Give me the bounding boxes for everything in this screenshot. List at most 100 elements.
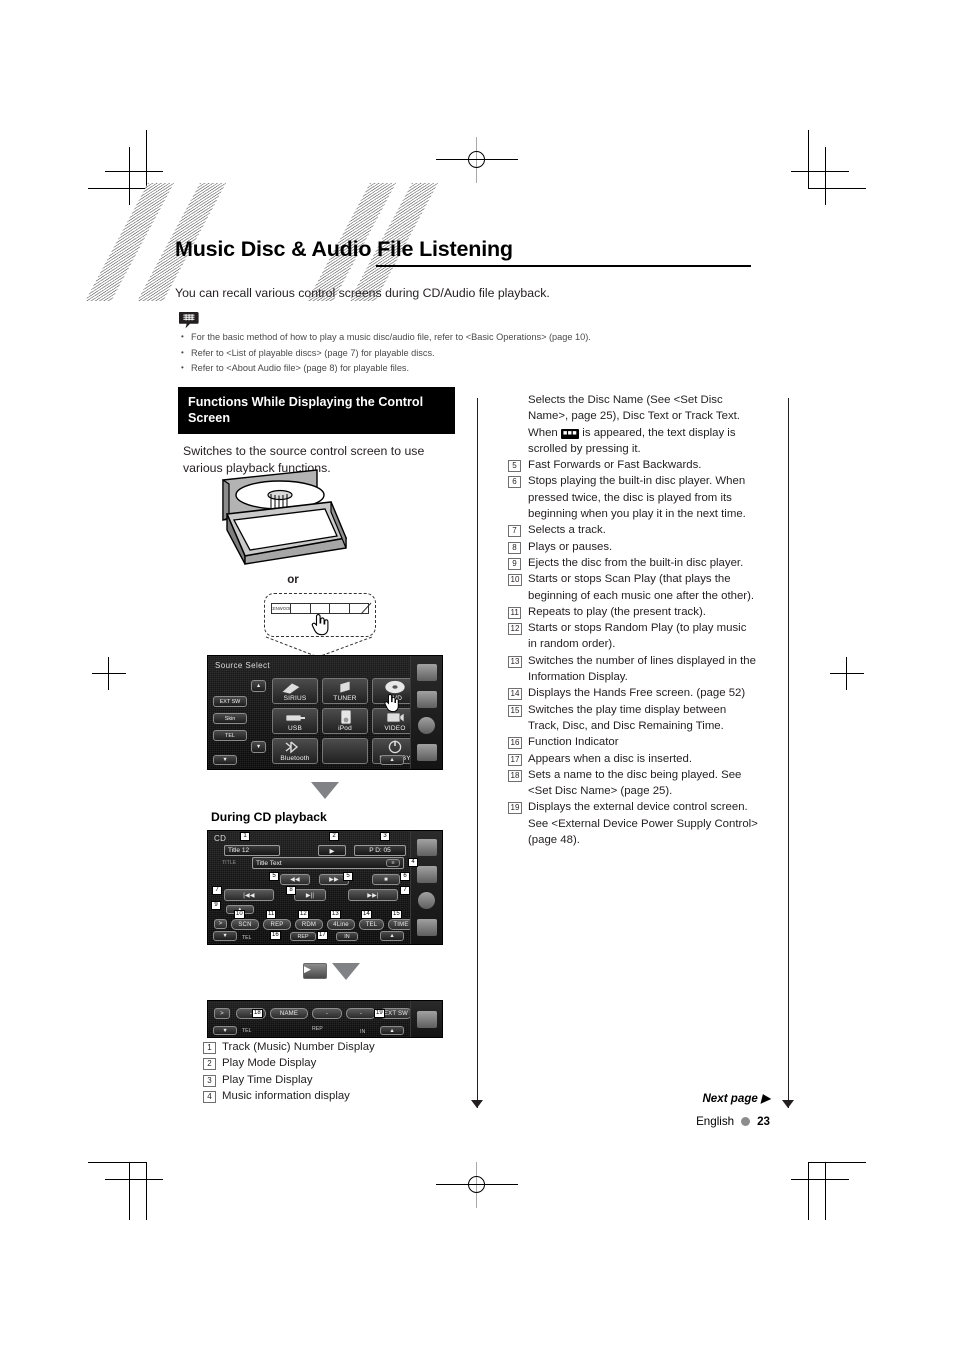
sidebar-icon-knob[interactable]: [418, 717, 435, 735]
source-select-screen: Source Select EXT SW Skin TEL ▲ ▼ SIRIUS…: [207, 655, 443, 770]
volume-up-button[interactable]: ▲: [380, 755, 404, 765]
status-rep: REP: [290, 932, 316, 941]
track-previous-button[interactable]: |◀◀: [224, 889, 274, 901]
crop-mark-br-h: [808, 1162, 866, 1163]
right-item-16: 16 Function Indicator: [508, 734, 758, 750]
item-text: Appears when a disc is inserted.: [528, 752, 692, 765]
standby-icon: [388, 740, 402, 754]
item-text: Switches the play time display between T…: [528, 703, 727, 732]
scroll-icon[interactable]: ≡: [386, 859, 400, 867]
tel-button[interactable]: TEL: [213, 730, 247, 741]
random-button[interactable]: RDM: [295, 919, 323, 930]
callout-7b: 7: [400, 886, 410, 895]
item-number: 15: [508, 704, 522, 717]
item-number: 7: [508, 525, 521, 538]
right-item-12: 12 Starts or stops Random Play (to play …: [508, 620, 758, 653]
prev-page-button[interactable]: >: [214, 1008, 230, 1019]
sidebar-icon-eq[interactable]: [416, 838, 437, 856]
info-tag: TITLE: [222, 860, 237, 866]
repeat-button[interactable]: REP: [263, 919, 291, 930]
sidebar-icon-tools[interactable]: [416, 744, 437, 762]
item-number: 16: [508, 737, 522, 750]
play-pause-button[interactable]: ▶||: [294, 889, 326, 901]
sidebar-icon-camera[interactable]: [416, 690, 437, 708]
callout-4: 4: [408, 858, 418, 867]
item-number: 10: [508, 574, 522, 587]
item-text: Fast Forwards or Fast Backwards.: [528, 459, 702, 472]
blank-button-3[interactable]: -: [346, 1008, 376, 1019]
crop-mark-tl-h: [88, 188, 146, 189]
note-item: Refer to <List of playable discs> (page …: [179, 345, 649, 362]
crop-mark-tl-v2: [129, 147, 130, 205]
callout-19: 19: [374, 1009, 385, 1018]
volume-down-button[interactable]: ▼: [213, 755, 237, 765]
item-number: 19: [508, 802, 522, 815]
list-item: 3 Play Time Display: [203, 1072, 375, 1088]
callout-5a: 5: [269, 872, 279, 881]
right-item-14: 14 Displays the Hands Free screen. (page…: [508, 685, 758, 701]
lead-text-part2: is appeared, the text display is scrolle…: [528, 426, 736, 455]
callout-9: 9: [211, 901, 221, 910]
volume-up-button[interactable]: ▲: [380, 1026, 404, 1035]
volume-down-button[interactable]: ▼: [213, 1026, 237, 1035]
tel-button[interactable]: TEL: [359, 919, 384, 930]
right-item-18: 18 Sets a name to the disc being played.…: [508, 767, 758, 800]
callout-6: 6: [400, 872, 410, 881]
item-number: 6: [508, 476, 521, 489]
callout-2: 2: [329, 832, 339, 841]
scroll-icon: ■■■: [560, 428, 580, 439]
volume-up-button[interactable]: ▲: [380, 931, 404, 941]
volume-down-button[interactable]: ▼: [213, 931, 237, 941]
screen-next-button[interactable]: ▶: [303, 963, 327, 979]
fast-backward-button[interactable]: ◀◀: [280, 874, 310, 885]
callout-12: 12: [298, 910, 309, 919]
item-number: 17: [508, 753, 522, 766]
legend-number: 2: [203, 1058, 216, 1071]
sidebar-icon-knob[interactable]: [418, 892, 435, 910]
skin-button[interactable]: Skin: [213, 713, 247, 724]
legend-list: 1 Track (Music) Number Display 2 Play Mo…: [203, 1039, 375, 1104]
note-item: For the basic method of how to play a mu…: [179, 329, 649, 346]
line-mode-button[interactable]: 4Line: [327, 919, 355, 930]
footer-page-number: 23: [757, 1115, 770, 1128]
right-item-10: 10 Starts or stops Scan Play (that plays…: [508, 571, 758, 604]
item-text: Function Indicator: [528, 736, 619, 749]
item-text: Displays the Hands Free screen. (page 52…: [528, 687, 746, 700]
crop-mark-tr-v: [808, 130, 809, 188]
legend-number: 4: [203, 1090, 216, 1103]
crop-mark-right-mid: [830, 673, 864, 674]
sirius-icon: [281, 682, 301, 695]
legend-number: 3: [203, 1074, 216, 1087]
right-item-13: 13 Switches the number of lines displaye…: [508, 653, 758, 686]
source-button-empty[interactable]: [322, 738, 368, 764]
ext-sw-button[interactable]: EXT SW: [213, 696, 247, 707]
crop-mark-bl-v2: [129, 1162, 130, 1220]
next-page-button[interactable]: >: [214, 919, 227, 929]
ext-sw-button[interactable]: EXT SW: [380, 1008, 412, 1019]
sidebar-icon-tools[interactable]: [416, 1010, 437, 1028]
callout-8: 8: [286, 886, 296, 895]
track-next-button[interactable]: ▶▶|: [348, 889, 398, 901]
subheading-during-cd-playback: During CD playback: [211, 810, 327, 824]
next-page-link[interactable]: Next page ▶: [702, 1091, 770, 1105]
footer-language: English: [696, 1115, 735, 1128]
legend-label: Play Time Display: [222, 1073, 313, 1086]
track-number-display: Title 12: [224, 845, 280, 856]
blank-button-2[interactable]: -: [312, 1008, 342, 1019]
scan-button[interactable]: SCN: [231, 919, 259, 930]
scroll-down-button[interactable]: ▼: [251, 741, 266, 753]
sidebar-icon-camera[interactable]: [416, 865, 437, 883]
right-item-11: 11 Repeats to play (the present track).: [508, 604, 758, 620]
stop-button[interactable]: ■: [372, 874, 400, 885]
scroll-up-button[interactable]: ▲: [251, 680, 266, 692]
sidebar-icon-eq[interactable]: [416, 663, 437, 681]
crop-mark-left-mid: [92, 673, 126, 674]
name-button[interactable]: NAME: [270, 1008, 308, 1019]
sidebar-icon-tools[interactable]: [416, 919, 437, 937]
crop-mark-bl-h: [88, 1162, 146, 1163]
tuner-icon: [339, 680, 351, 694]
crop-mark-tl-h2: [105, 171, 163, 172]
callout-3: 3: [380, 832, 390, 841]
callout-16: 16: [270, 931, 281, 940]
legend-label: Track (Music) Number Display: [222, 1041, 375, 1053]
